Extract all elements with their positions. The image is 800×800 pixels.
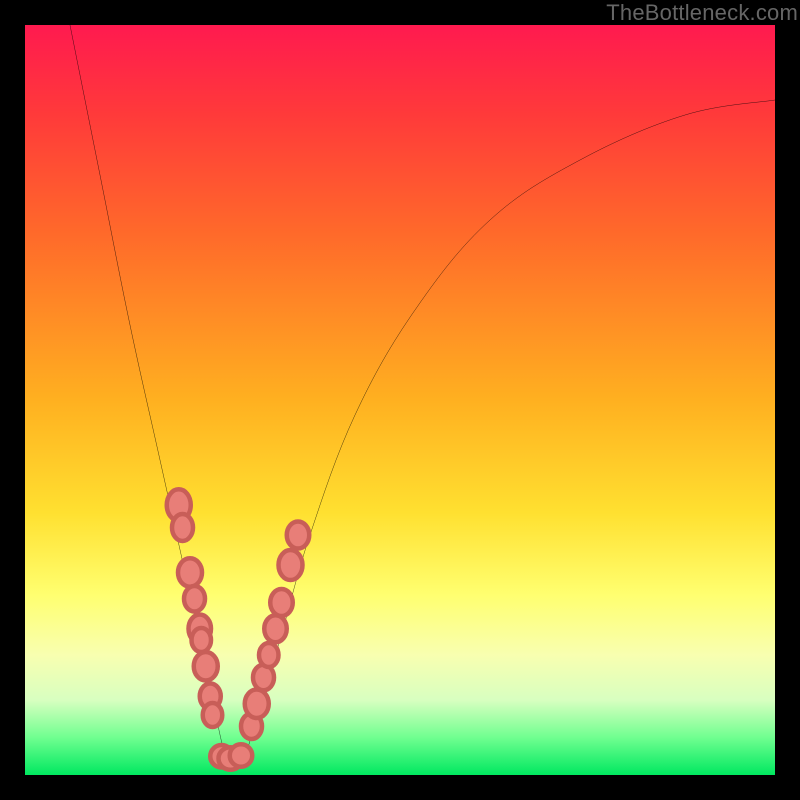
curve-bead [270,589,293,616]
curve-beads-group [167,489,310,770]
curve-bead [194,652,218,681]
bottleneck-curve-path [70,25,775,767]
curve-bead [184,586,205,612]
curve-bead [203,703,223,727]
chart-plot-area [25,25,775,775]
curve-bead [259,643,279,667]
watermark-text: TheBottleneck.com [606,0,798,26]
curve-bead [172,514,193,541]
curve-bead [245,690,269,719]
curve-bead [230,744,253,767]
curve-bead [264,615,287,642]
curve-bead [178,558,202,587]
curve-bead [279,550,303,580]
bottleneck-curve-svg [25,25,775,775]
curve-bead [192,628,212,652]
curve-bead [287,522,310,549]
